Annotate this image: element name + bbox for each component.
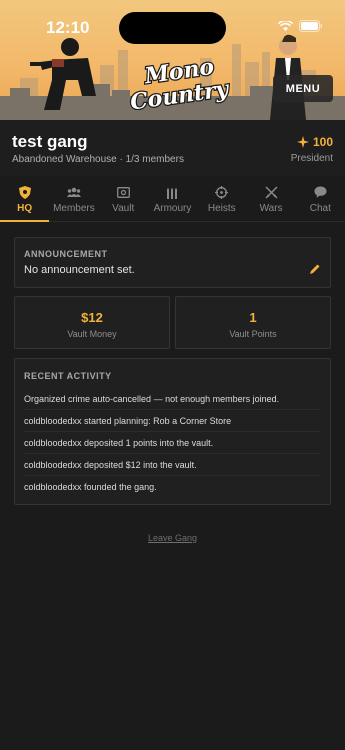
tab-label: Armoury — [153, 203, 192, 214]
gang-rank: 100 President — [291, 135, 333, 164]
tab-label: Members — [53, 203, 95, 214]
battery-icon — [299, 20, 322, 32]
tab-label: Vault — [112, 203, 135, 214]
menu-button[interactable]: MENU — [273, 75, 333, 102]
tab-chat[interactable]: Chat — [296, 178, 345, 221]
tab-label: Wars — [259, 203, 283, 214]
header-banner: 12:10 Mono Country MENU — [0, 0, 345, 120]
gang-tabs: HQ Members Vault Armoury Heists Wars Cha… — [0, 178, 345, 222]
announcement-card: ANNOUNCEMENT No announcement set. — [14, 237, 331, 288]
status-bar: 12:10 — [0, 0, 345, 54]
activity-item: coldbloodedxx founded the gang. — [24, 482, 157, 492]
tab-hq[interactable]: HQ — [0, 178, 50, 222]
tab-label: Heists — [207, 203, 236, 214]
mono-country-logo: Mono Country — [127, 53, 233, 110]
ammo-icon — [165, 185, 179, 199]
crosshair-icon — [215, 185, 229, 199]
crossed-swords-icon — [264, 185, 278, 199]
tab-wars[interactable]: Wars — [246, 178, 295, 221]
vault-icon — [116, 185, 130, 199]
recent-activity-title: RECENT ACTIVITY — [24, 371, 112, 381]
activity-item: coldbloodedxx deposited $12 into the vau… — [24, 454, 321, 476]
wifi-icon — [278, 20, 293, 31]
recent-activity-card: RECENT ACTIVITY Organized crime auto-can… — [14, 358, 331, 505]
tab-heists[interactable]: Heists — [197, 178, 246, 221]
activity-list: Organized crime auto-cancelled — not eno… — [24, 388, 321, 498]
announcement-text: No announcement set. — [24, 264, 135, 276]
users-icon — [66, 185, 81, 199]
tab-label: Chat — [309, 203, 331, 214]
vault-money-value: $12 — [81, 310, 103, 325]
tab-members[interactable]: Members — [49, 178, 98, 221]
announcement-title: ANNOUNCEMENT — [24, 249, 108, 259]
gang-name: test gang — [12, 132, 88, 151]
activity-item: coldbloodedxx started planning: Rob a Co… — [24, 410, 321, 432]
rank-points: 100 — [291, 135, 333, 149]
status-icons — [278, 20, 323, 32]
edit-pencil-icon[interactable] — [309, 263, 321, 275]
chat-icon — [313, 185, 327, 199]
rank-title: President — [290, 153, 333, 164]
gang-info: test gang Abandoned Warehouse · 1/3 memb… — [0, 120, 345, 176]
gang-subtitle: Abandoned Warehouse · 1/3 members — [12, 154, 184, 165]
vault-points-card: 1 Vault Points — [175, 296, 331, 349]
vault-points-value: 1 — [249, 310, 257, 325]
vault-money-card: $12 Vault Money — [14, 296, 170, 349]
vault-money-label: Vault Money — [67, 329, 117, 339]
activity-item: Organized crime auto-cancelled — not eno… — [24, 388, 321, 410]
rank-points-value: 100 — [312, 135, 333, 149]
shield-icon — [18, 185, 32, 199]
status-time: 12:10 — [46, 18, 90, 37]
leave-gang-link[interactable]: Leave Gang — [0, 533, 345, 543]
dynamic-island — [119, 12, 226, 44]
tab-armoury[interactable]: Armoury — [148, 178, 197, 221]
tab-label: HQ — [17, 203, 33, 214]
sparkle-icon — [296, 136, 309, 148]
tab-vault[interactable]: Vault — [99, 178, 148, 221]
activity-item: coldbloodedxx deposited 1 points into th… — [24, 432, 321, 454]
vault-points-label: Vault Points — [229, 329, 277, 339]
